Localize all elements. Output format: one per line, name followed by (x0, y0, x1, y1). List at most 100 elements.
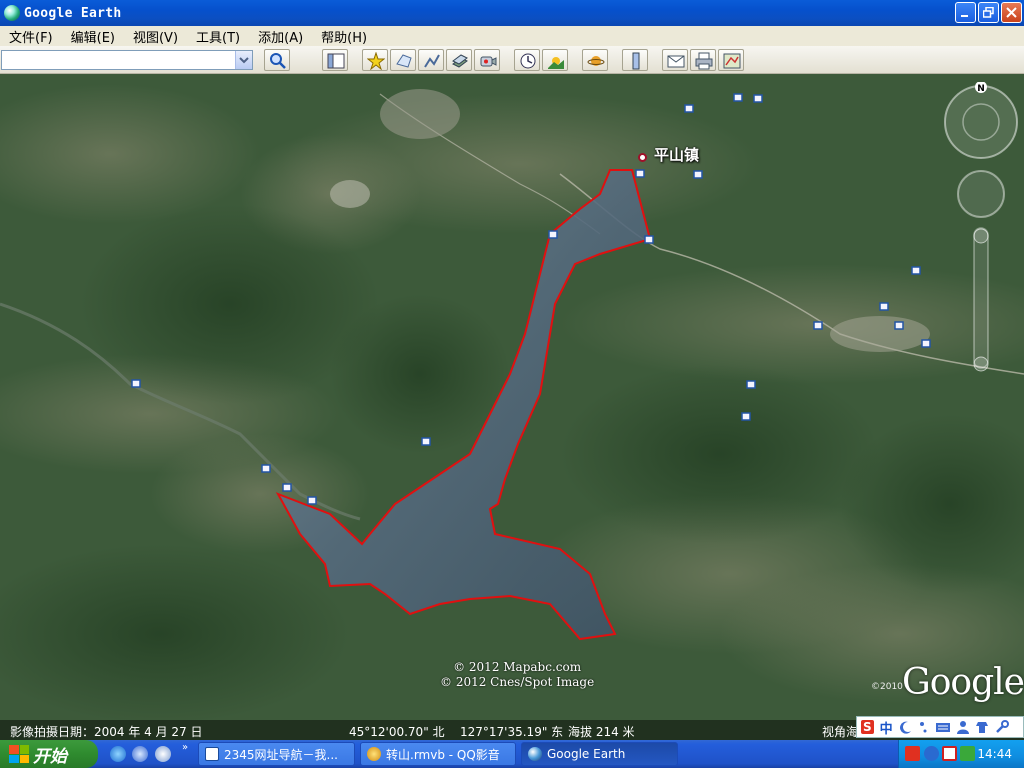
place-marker[interactable] (638, 153, 647, 162)
ie-page-icon (205, 747, 219, 761)
sidebar-icon (327, 53, 345, 69)
add-path-button[interactable] (418, 49, 444, 71)
email-icon (667, 55, 685, 68)
search-input[interactable] (2, 53, 234, 71)
historical-imagery-button[interactable] (514, 49, 540, 71)
show-desktop-icon[interactable] (155, 746, 171, 762)
zoom-out-icon (973, 356, 989, 372)
restore-button[interactable] (978, 2, 999, 23)
system-tray: 14:44 (898, 740, 1024, 768)
close-icon (1006, 7, 1017, 18)
placemark-icon (367, 52, 385, 70)
google-earth-icon (4, 5, 20, 21)
settings-wrench-icon[interactable] (995, 720, 1009, 734)
search-button[interactable] (264, 49, 290, 71)
polygon-icon (396, 54, 412, 68)
imagery-copyright: © 2012 Mapabc.com © 2012 Cnes/Spot Image (440, 660, 594, 690)
menu-tools[interactable]: 工具(T) (187, 27, 249, 46)
record-tour-icon (480, 56, 497, 67)
task-button-google-earth[interactable]: Google Earth (521, 742, 678, 766)
task-button-qq-player[interactable]: 转山.rmvb - QQ影音 (360, 742, 516, 766)
taskbar: 开始 » 2345网址导航－我... 转山.rmvb - QQ影音 Google… (0, 740, 1024, 768)
close-button[interactable] (1001, 2, 1022, 23)
search-combobox[interactable] (1, 50, 253, 71)
move-joystick[interactable] (957, 170, 1005, 218)
zoom-in-icon (973, 228, 989, 244)
google-year: ©2010 (871, 682, 903, 692)
clock[interactable]: 14:44 (977, 747, 1012, 761)
ime-mode[interactable]: 中 (880, 718, 893, 737)
task-label: 转山.rmvb - QQ影音 (386, 747, 500, 762)
restore-icon (983, 7, 994, 18)
view-in-maps-icon (723, 53, 741, 69)
qq-player-icon (367, 747, 381, 761)
satellite-imagery (0, 74, 1024, 740)
sunlight-button[interactable] (542, 49, 568, 71)
add-overlay-button[interactable] (446, 49, 472, 71)
zoom-slider[interactable] (973, 227, 989, 369)
imagery-date: 影像拍摄日期：2004 年 4 月 27 日 (10, 725, 203, 739)
view-in-maps-button[interactable] (718, 49, 744, 71)
place-label[interactable]: 平山镇 (654, 144, 699, 165)
task-button-browser[interactable]: 2345网址导航－我... (198, 742, 355, 766)
moon-icon[interactable] (899, 720, 913, 734)
look-joystick[interactable] (944, 85, 1018, 159)
planets-button[interactable] (582, 49, 608, 71)
keyboard-icon[interactable] (935, 720, 951, 734)
copyright-line-1: © 2012 Mapabc.com (453, 660, 582, 674)
sogou-tray-icon[interactable] (905, 746, 920, 761)
menu-file[interactable]: 文件(F) (0, 27, 62, 46)
skin-icon[interactable] (975, 720, 989, 734)
add-polygon-button[interactable] (390, 49, 416, 71)
chevron-down-icon (239, 57, 249, 64)
start-button[interactable]: 开始 (0, 740, 98, 768)
eye-altitude-readout: 视角海 (822, 725, 859, 739)
window-title: Google Earth (24, 5, 122, 21)
ruler-icon (632, 52, 640, 70)
longitude-readout: 127°17'35.19" 东 (460, 725, 564, 739)
menu-edit[interactable]: 编辑(E) (62, 27, 124, 46)
network-icon[interactable] (942, 746, 957, 761)
map-viewport[interactable]: 平山镇 N © 2012 Mapabc.com © 2012 Cnes/Spot… (0, 74, 1024, 740)
task-label: Google Earth (547, 747, 626, 761)
dropdown-button[interactable] (235, 51, 252, 69)
ruler-button[interactable] (622, 49, 648, 71)
google-earth-icon (528, 747, 542, 761)
minimize-button[interactable] (955, 2, 976, 23)
menu-view[interactable]: 视图(V) (124, 27, 187, 46)
add-placemark-button[interactable] (362, 49, 388, 71)
email-button[interactable] (662, 49, 688, 71)
ime-brand-icon[interactable]: S (861, 720, 874, 734)
sidebar-toggle-button[interactable] (322, 49, 348, 71)
planets-icon (587, 56, 605, 66)
toolbar (0, 46, 1024, 74)
latitude-readout: 45°12'00.70" 北 (349, 725, 445, 739)
google-logo: Google (902, 662, 1024, 703)
record-tour-button[interactable] (474, 49, 500, 71)
back-arrow-icon[interactable] (924, 746, 939, 761)
search-icon (270, 53, 286, 69)
elevation-readout: 海拔 214 米 (568, 725, 635, 739)
user-icon[interactable] (956, 720, 969, 734)
punctuation-icon[interactable] (919, 720, 929, 734)
overlay-icon (452, 54, 468, 68)
path-icon (424, 54, 440, 68)
browser-quicklaunch-icon[interactable] (132, 746, 148, 762)
task-label: 2345网址导航－我... (224, 747, 338, 762)
sunlight-icon (548, 57, 564, 69)
menu-add[interactable]: 添加(A) (249, 27, 312, 46)
shield-icon[interactable] (960, 746, 975, 761)
title-bar[interactable]: Google Earth (0, 0, 1024, 26)
menu-bar: 文件(F) 编辑(E) 视图(V) 工具(T) 添加(A) 帮助(H) (0, 26, 1024, 46)
navigation-controls[interactable]: N (936, 82, 1018, 382)
print-icon (695, 52, 713, 70)
ime-toolbar[interactable]: S 中 (856, 716, 1024, 738)
copyright-line-2: © 2012 Cnes/Spot Image (440, 675, 595, 689)
minimize-icon (961, 15, 968, 17)
historical-imagery-icon (520, 53, 536, 69)
chevron-right-icon[interactable]: » (182, 742, 188, 753)
print-button[interactable] (690, 49, 716, 71)
windows-logo-icon (9, 745, 29, 763)
ie-quicklaunch-icon[interactable] (110, 746, 126, 762)
menu-help[interactable]: 帮助(H) (312, 27, 376, 46)
